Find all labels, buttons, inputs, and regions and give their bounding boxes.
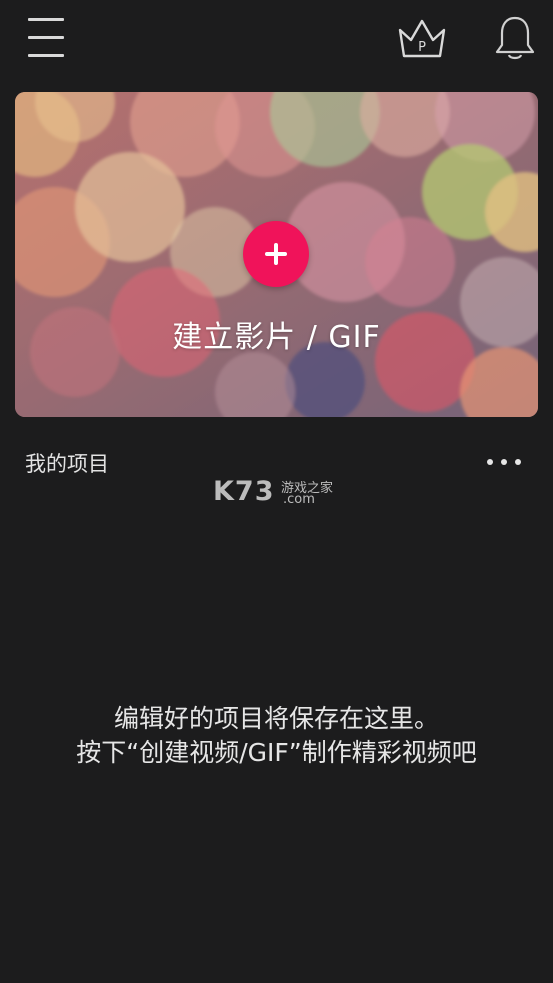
- watermark-logo: K73: [213, 476, 275, 507]
- notification-button[interactable]: [494, 14, 536, 62]
- watermark: K73 游戏之家 .com: [213, 474, 353, 514]
- watermark-domain: .com: [283, 492, 315, 507]
- empty-message-line-1: 编辑好的项目将保存在这里。: [113, 704, 439, 733]
- more-options-button[interactable]: [482, 448, 528, 478]
- hamburger-menu-icon[interactable]: [26, 16, 66, 60]
- premium-badge: P: [418, 40, 426, 55]
- crown-icon: P: [398, 19, 446, 58]
- menu-line: [28, 18, 64, 21]
- premium-crown-button[interactable]: P: [396, 16, 448, 60]
- menu-line: [28, 36, 64, 39]
- create-video-card[interactable]: 建立影片 / GIF: [15, 92, 538, 417]
- top-bar: P: [0, 0, 553, 80]
- empty-projects-message: 编辑好的项目将保存在这里。 按下“创建视频/GIF”制作精彩视频吧: [0, 702, 553, 770]
- create-video-button[interactable]: [243, 221, 309, 287]
- bell-icon: [495, 16, 535, 60]
- empty-message-line-2: 按下“创建视频/GIF”制作精彩视频吧: [76, 738, 477, 767]
- create-video-label: 建立影片 / GIF: [172, 320, 381, 355]
- menu-line: [28, 54, 64, 57]
- my-projects-title: 我的项目: [25, 452, 109, 476]
